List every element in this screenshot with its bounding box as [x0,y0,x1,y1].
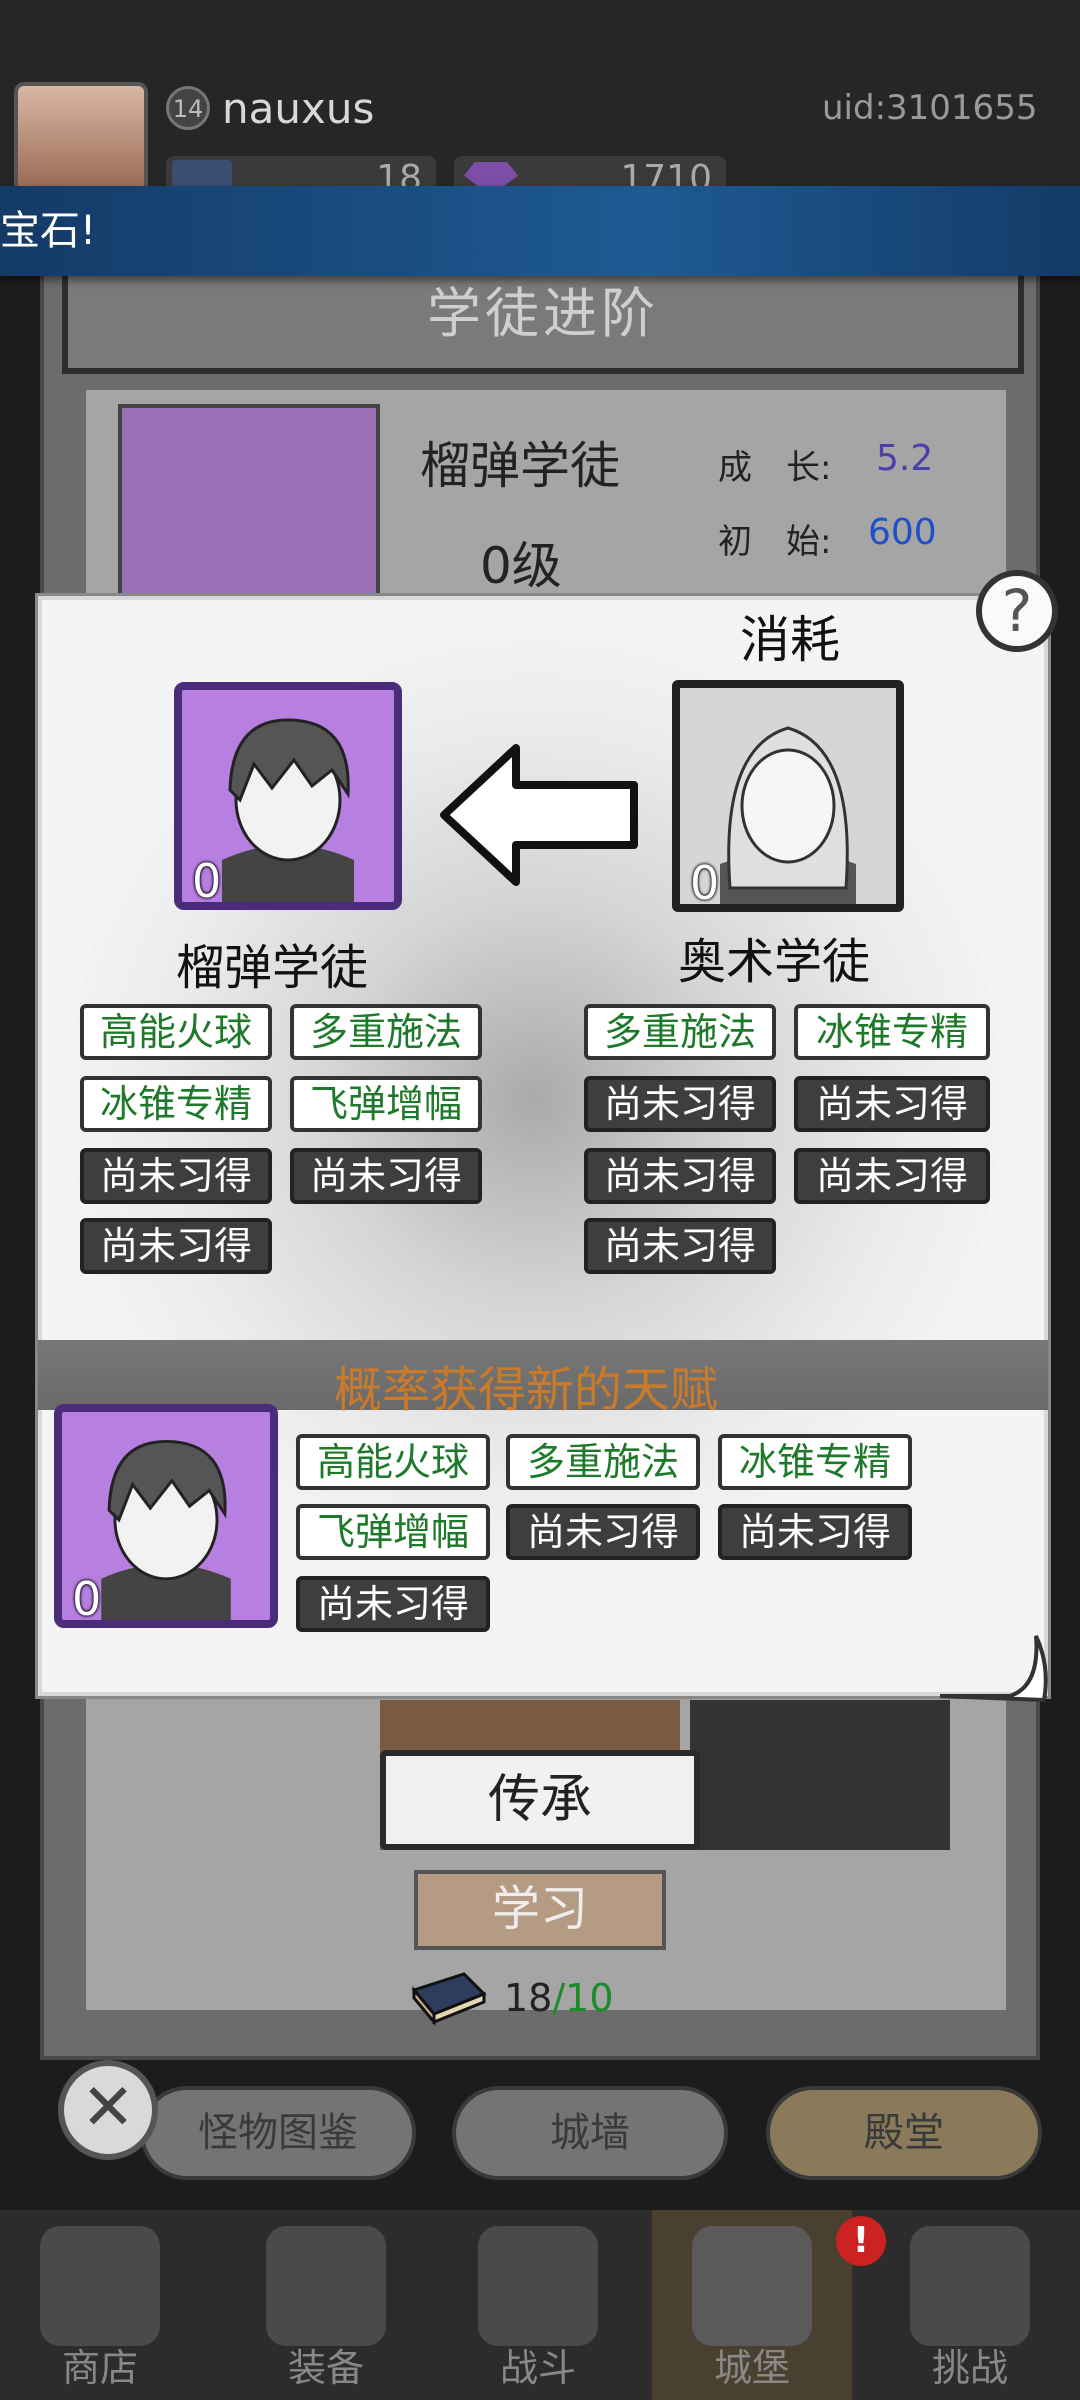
hero-name: 榴弹学徒 [420,437,620,495]
hero-level: 0级 [480,537,562,595]
book-count-sep: / [552,1976,566,2020]
result-talent: 飞弹增幅 [296,1504,490,1560]
shield-icon [910,2226,1030,2346]
alert-badge: ! [836,2216,886,2266]
player-level-badge: 14 [166,86,210,130]
target-talent[interactable]: 冰锥专精 [80,1076,272,1132]
target-level: 0 [192,854,222,908]
target-talent-locked: 尚未习得 [80,1218,272,1274]
crossed-swords-icon [478,2226,598,2346]
book-count-have: 18 [504,1976,553,2020]
nav-shop[interactable]: 商店 [0,2210,200,2400]
target-talent-locked: 尚未习得 [290,1148,482,1204]
nav-battle[interactable]: 战斗 [438,2210,638,2400]
nav-castle[interactable]: 城堡 [652,2210,852,2400]
hero-portrait [118,404,380,604]
tab-hall[interactable]: 殿堂 [766,2086,1042,2180]
target-talent-locked: 尚未习得 [80,1148,272,1204]
initial-value: 600 [868,512,937,553]
result-apprentice-portrait: 0 [54,1404,278,1628]
new-talent-title: 概率获得新的天赋 [334,1362,719,1418]
material-talent-locked: 尚未习得 [794,1076,990,1132]
material-talent-locked: 尚未习得 [584,1148,776,1204]
nav-shop-label: 商店 [61,2346,138,2390]
page-curl-decoration [940,1635,1048,1703]
initial-label: 初 始: [718,522,832,562]
growth-label: 成 长: [718,448,832,488]
result-talent: 多重施法 [506,1434,700,1490]
result-talent: 高能火球 [296,1434,490,1490]
material-apprentice-portrait[interactable]: 0 [672,680,904,912]
nav-battle-label: 战斗 [499,2346,576,2390]
growth-value: 5.2 [876,438,934,479]
inherit-button[interactable]: 传承 [380,1750,700,1850]
target-name: 榴弹学徒 [176,940,369,996]
material-talent[interactable]: 多重施法 [584,1004,776,1060]
player-name: nauxus [222,84,375,133]
player-uid: uid:3101655 [822,88,1038,128]
consume-label: 消耗 [740,611,840,669]
result-talent-locked: 尚未习得 [296,1576,490,1632]
help-button[interactable]: ? [976,570,1058,652]
result-level: 0 [72,1572,102,1626]
nav-challenge-label: 挑战 [931,2346,1008,2390]
tab-wall[interactable]: 城墙 [452,2086,728,2180]
book-count: 18/10 [504,1976,614,2020]
learn-button[interactable]: 学习 [414,1870,666,1950]
material-talent-locked: 尚未习得 [794,1148,990,1204]
castle-icon [692,2226,812,2346]
result-talent-locked: 尚未习得 [506,1504,700,1560]
nav-equipment[interactable]: 装备 [226,2210,426,2400]
material-name: 奥术学徒 [678,934,871,990]
nav-castle-label: 城堡 [713,2346,790,2390]
target-talent[interactable]: 多重施法 [290,1004,482,1060]
target-talent[interactable]: 飞弹增幅 [290,1076,482,1132]
book-count-need: 10 [565,1976,614,2020]
shop-icon [40,2226,160,2346]
card-slot [690,1700,950,1850]
material-talent-locked: 尚未习得 [584,1076,776,1132]
target-talent[interactable]: 高能火球 [80,1004,272,1060]
skill-book-icon [411,1972,487,2026]
toast-message: 宝石! [0,186,1080,276]
result-talent-locked: 尚未习得 [718,1504,912,1560]
target-apprentice-portrait[interactable]: 0 [174,682,402,910]
nav-challenge[interactable]: 挑战 [870,2210,1070,2400]
material-talent[interactable]: 冰锥专精 [794,1004,990,1060]
close-button[interactable]: ✕ [58,2060,158,2160]
tab-monster-guide[interactable]: 怪物图鉴 [140,2086,416,2180]
material-level: 0 [690,856,720,910]
arrow-left-icon [440,744,638,886]
backpack-icon [266,2226,386,2346]
material-talent-locked: 尚未习得 [584,1218,776,1274]
result-talent: 冰锥专精 [718,1434,912,1490]
nav-equipment-label: 装备 [287,2346,364,2390]
